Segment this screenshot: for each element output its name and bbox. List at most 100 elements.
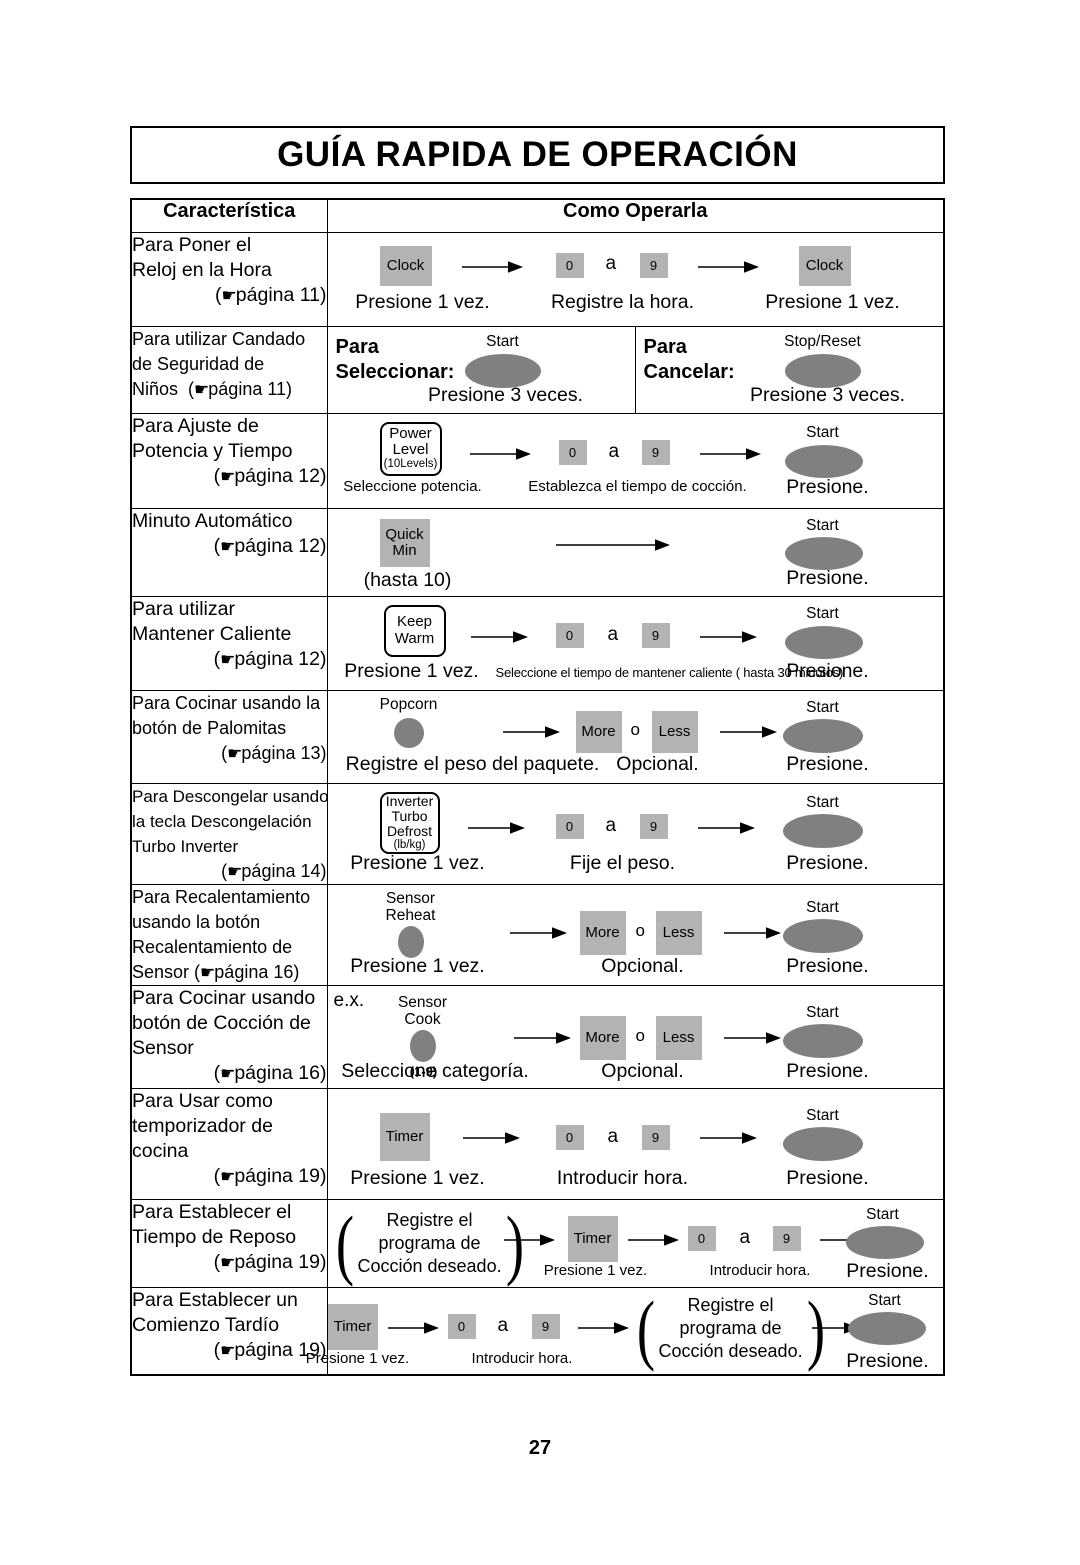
key-start[interactable] [847,1311,926,1345]
key-digit-0[interactable]: 0 [558,439,587,465]
program-note: Registre el programa de Cocción deseado. [357,1210,502,1276]
arrow-icon [502,724,561,740]
key-digit-9[interactable]: 9 [641,439,670,465]
option-joiner: o [635,1025,645,1045]
table-row: Para Cocinar usando botón de Cocción de … [130,984,945,1089]
operation-sensor-reheat: Sensor Reheat More o Less Start Presione… [326,883,945,986]
example-prefix: e.x. [333,989,365,1011]
arrow-icon [577,1320,630,1336]
key-power-level[interactable]: Power Level (10Levels) [379,421,442,476]
page-ref: (☛página 16) [213,1061,327,1084]
key-digit-9[interactable]: 9 [641,1124,670,1150]
arrow-icon [723,1030,782,1046]
key-digit-0[interactable]: 0 [447,1313,476,1339]
key-inverter-turbo-defrost[interactable]: Inverter Turbo Defrost (lb/kg) [379,791,440,854]
key-more[interactable]: More [575,710,622,753]
page-title-box: GUÍA RAPIDA DE OPERACIÓN [130,126,945,184]
feature-line: Recalentamiento de [132,936,293,957]
key-sensor-cook-label: Sensor Cook [397,993,448,1028]
key-less[interactable]: Less [651,710,698,753]
key-start[interactable] [784,625,863,659]
arrow-icon [503,1232,556,1248]
step-caption: Presione. [786,752,869,775]
key-start-label: Start [806,898,839,916]
key-start-label: Start [806,516,839,534]
key-quick-min[interactable]: Quick Min [379,518,430,567]
key-keep-warm[interactable]: Keep Warm [383,604,446,657]
key-clock-2[interactable]: Clock [798,245,851,286]
key-more[interactable]: More [579,910,626,955]
key-start[interactable] [782,1023,863,1058]
key-digit-0[interactable]: 0 [555,252,584,278]
key-stop-reset[interactable] [784,353,861,388]
page-ref: (☛página 11) [215,283,327,306]
key-sensor-reheat[interactable] [397,925,424,958]
feature-line: temporizador de [132,1114,273,1137]
step-caption: Presione. [786,475,869,498]
table-row: Para Poner el Reloj en la Hora (☛página … [130,231,945,327]
arrow-icon [697,259,760,275]
key-popcorn[interactable] [393,717,424,748]
arrow-icon [513,1030,572,1046]
key-timer[interactable]: Timer [567,1215,618,1262]
range-joiner: a [605,814,617,836]
key-start-label: Start [868,1291,901,1309]
arrow-icon [627,1232,680,1248]
pointing-hand-icon: ☛ [220,649,235,669]
arrow-icon [467,820,526,836]
key-digit-9[interactable]: 9 [531,1313,560,1339]
pointing-hand-icon: ☛ [227,861,242,881]
key-digit-0[interactable]: 0 [555,1124,584,1150]
feature-line: Para utilizar [132,597,235,620]
key-timer[interactable]: Timer [379,1112,430,1161]
key-start-label: Start [806,423,839,441]
key-digit-0[interactable]: 0 [555,622,584,648]
key-start[interactable] [784,444,863,478]
key-start[interactable] [784,536,863,570]
quick-guide-table: Característica Como Operarla Para Poner … [130,198,945,1376]
key-digit-9[interactable]: 9 [639,813,668,839]
table-row: Para Recalentamiento usando la botón Rec… [130,883,945,986]
feature-sensor-reheat: Para Recalentamiento usando la botón Rec… [130,883,328,986]
key-more[interactable]: More [579,1015,626,1060]
step-caption: Seleccione potencia. [343,477,482,495]
key-clock-1[interactable]: Clock [379,245,432,286]
step-caption: Opcional. [601,954,684,977]
arrow-icon [470,629,529,645]
operation-sensor-cook: e.x. Sensor Cook (1-9) More o Less Start… [326,984,945,1089]
feature-line: Sensor [132,1036,194,1059]
arrow-icon [699,629,758,645]
key-start[interactable] [782,918,863,953]
key-timer[interactable]: Timer [327,1303,378,1350]
key-start[interactable] [845,1225,924,1259]
feature-set-clock: Para Poner el Reloj en la Hora (☛página … [130,231,328,327]
feature-standing-time: Para Establecer el Tiempo de Reposo (☛pá… [130,1198,328,1288]
key-start[interactable] [782,718,863,753]
feature-line: Para Cocinar usando la [132,692,321,713]
key-digit-9[interactable]: 9 [639,252,668,278]
key-less[interactable]: Less [655,1015,702,1060]
pointing-hand-icon: ☛ [194,379,209,399]
key-digit-0[interactable]: 0 [555,813,584,839]
arrow-icon [387,1320,440,1336]
range-joiner: a [739,1226,751,1248]
key-digit-9[interactable]: 9 [641,622,670,648]
key-start[interactable] [782,1126,863,1161]
page-ref: (☛página 12) [213,647,327,670]
feature-line: Para Recalentamiento [132,886,311,907]
feature-child-lock: Para utilizar Candado de Seguridad de Ni… [130,325,328,414]
feature-line: botón de Palomitas [132,717,287,738]
feature-line: Comienzo Tardío [132,1313,280,1336]
header-feature: Característica [130,198,328,233]
step-caption: Presione 1 vez. [305,1349,410,1367]
key-less[interactable]: Less [655,910,702,955]
key-digit-0[interactable]: 0 [687,1225,716,1251]
key-start-select[interactable] [464,353,541,388]
key-sensor-cook[interactable] [409,1029,436,1062]
step-caption: Presione. [786,954,869,977]
operation-turbo-defrost: Inverter Turbo Defrost (lb/kg) 0 a 9 Sta… [326,782,945,885]
range-joiner: a [497,1314,509,1336]
key-start[interactable] [782,813,863,848]
step-caption: Presione. [786,566,869,589]
key-digit-9[interactable]: 9 [772,1225,801,1251]
